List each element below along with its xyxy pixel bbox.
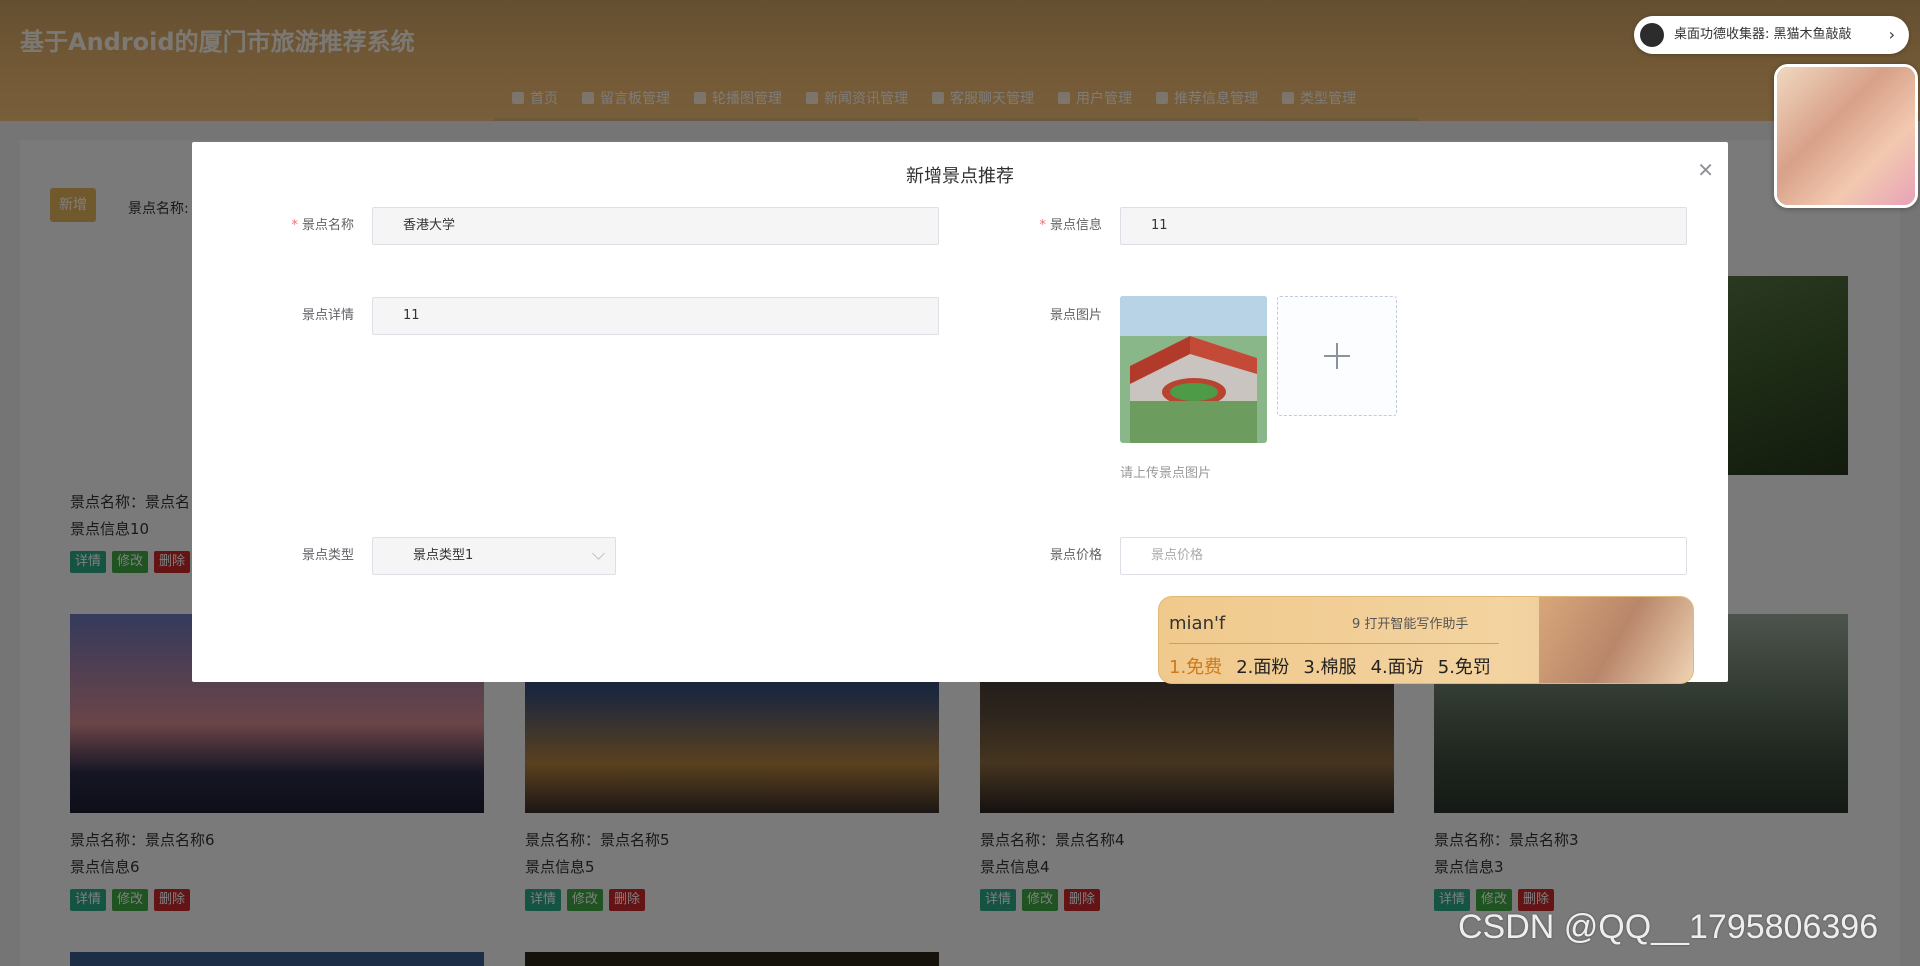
ime-candidate-list: 1.免费 2.面粉 3.棉服 4.面访 5.免罚 [1169, 653, 1491, 679]
ime-candidate-window: mian'f 9 打开智能写作助手 1.免费 2.面粉 3.棉服 4.面访 5.… [1158, 596, 1694, 684]
spot-price-input[interactable]: 景点价格 [1120, 537, 1687, 575]
uploaded-image-thumbnail[interactable] [1120, 296, 1267, 443]
name-label: * 景点名称 [291, 218, 354, 233]
ime-skin-illustration [1539, 597, 1693, 683]
price-label: 景点价格 [1049, 548, 1102, 563]
chevron-right-icon[interactable]: › [1889, 16, 1895, 54]
type-label: 景点类型 [301, 548, 354, 563]
image-label: 景点图片 [1049, 308, 1102, 323]
ime-divider [1169, 643, 1499, 644]
info-label: * 景点信息 [1039, 218, 1102, 233]
ime-composition: mian'f [1169, 613, 1226, 634]
selected-type: 景点类型1 [413, 548, 474, 563]
ime-candidate[interactable]: 1.免费 [1169, 653, 1222, 679]
desktop-widget-banner[interactable]: 桌面功德收集器: 黑猫木鱼敲敲 › [1634, 16, 1909, 54]
upload-add-button[interactable] [1277, 296, 1397, 416]
detail-label: 景点详情 [301, 308, 354, 323]
spot-name-input[interactable]: 香港大学 [372, 207, 939, 245]
ime-candidate[interactable]: 5.免罚 [1438, 653, 1491, 679]
widget-text: 桌面功德收集器: 黑猫木鱼敲敲 [1674, 27, 1852, 42]
chevron-down-icon [592, 547, 605, 560]
campus-photo [1120, 296, 1267, 443]
spot-type-select[interactable]: 景点类型1 [372, 537, 616, 575]
spot-info-input[interactable]: 11 [1120, 207, 1687, 245]
black-cat-icon [1640, 23, 1664, 47]
dialog-title: 新增景点推荐 [906, 166, 1014, 187]
desktop-widget-image[interactable] [1774, 64, 1918, 208]
image-upload-hint: 请上传景点图片 [1120, 466, 1212, 481]
ime-candidate[interactable]: 2.面粉 [1236, 653, 1289, 679]
close-icon[interactable]: ✕ [1697, 158, 1714, 182]
couple-illustration [1777, 67, 1915, 205]
ime-writing-assistant-hint[interactable]: 9 打开智能写作助手 [1352, 613, 1468, 632]
watermark: CSDN @QQ__1795806396 [1458, 908, 1879, 946]
spot-detail-input[interactable]: 11 [372, 297, 939, 335]
price-placeholder: 景点价格 [1151, 548, 1204, 563]
ime-candidate[interactable]: 3.棉服 [1303, 653, 1356, 679]
ime-candidate[interactable]: 4.面访 [1371, 653, 1424, 679]
